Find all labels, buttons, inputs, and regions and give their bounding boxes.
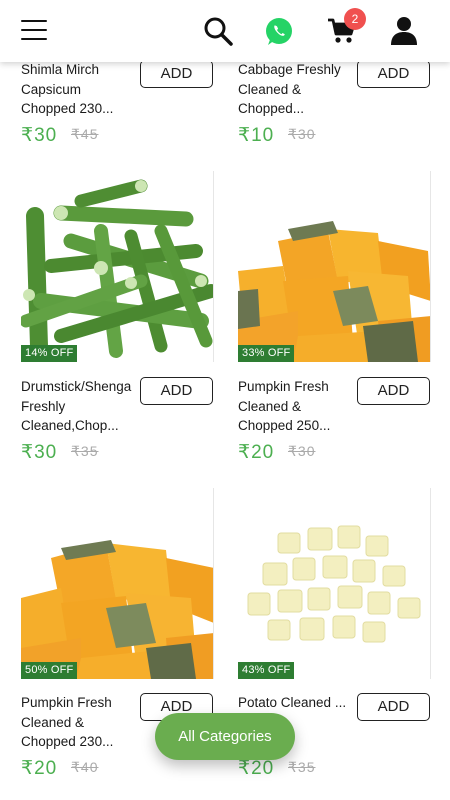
all-categories-button[interactable]: All Categories: [155, 713, 295, 760]
discount-badge: 50% OFF: [21, 662, 78, 679]
product-name[interactable]: Cabbage Freshly Cleaned & Chopped...: [238, 60, 350, 119]
discount-badge: 33% OFF: [238, 345, 295, 362]
product-mrp: ₹35: [288, 759, 316, 775]
product-mrp: ₹45: [71, 126, 99, 142]
product-image-drumstick[interactable]: 14% OFF: [21, 171, 214, 362]
product-mrp: ₹30: [288, 443, 316, 459]
product-image-pumpkin[interactable]: 50% OFF: [21, 488, 214, 679]
add-to-cart-button[interactable]: ADD: [140, 60, 213, 88]
add-to-cart-button[interactable]: ADD: [357, 60, 430, 88]
product-name[interactable]: Pumpkin Fresh Cleaned & Chopped 250...: [238, 377, 350, 436]
product-image-pumpkin[interactable]: 33% OFF: [238, 171, 431, 362]
product-name[interactable]: Pumpkin Fresh Cleaned & Chopped 230...: [21, 693, 133, 752]
product-image-potato[interactable]: 43% OFF: [238, 488, 431, 679]
whatsapp-icon[interactable]: [264, 16, 294, 46]
add-to-cart-button[interactable]: ADD: [140, 377, 213, 405]
discount-badge: 14% OFF: [21, 345, 78, 362]
product-mrp: ₹35: [71, 443, 99, 459]
product-name[interactable]: Drumstick/Shenga Freshly Cleaned,Chop...: [21, 377, 133, 436]
product-price: ₹20: [21, 758, 58, 779]
pumpkin-image: [21, 488, 213, 679]
product-price: ₹30: [21, 442, 58, 463]
search-icon[interactable]: [203, 16, 233, 46]
hamburger-menu-icon[interactable]: [21, 20, 47, 42]
product-price: ₹30: [21, 125, 58, 146]
pumpkin-image: [238, 171, 430, 362]
product-price: ₹10: [238, 125, 275, 146]
app-header: 2: [0, 0, 450, 62]
product-name[interactable]: Shimla Mirch Capsicum Chopped 230...: [21, 60, 133, 119]
potato-image: [238, 488, 430, 679]
add-to-cart-button[interactable]: ADD: [357, 377, 430, 405]
product-price: ₹20: [238, 758, 275, 779]
user-icon[interactable]: [390, 16, 418, 46]
product-grid: Shimla Mirch Capsicum Chopped 230... ADD…: [0, 0, 450, 800]
product-price: ₹20: [238, 442, 275, 463]
product-mrp: ₹30: [288, 126, 316, 142]
discount-badge: 43% OFF: [238, 662, 295, 679]
product-mrp: ₹40: [71, 759, 99, 775]
drumstick-image: [21, 171, 213, 362]
add-to-cart-button[interactable]: ADD: [357, 693, 430, 721]
cart-count-badge: 2: [344, 8, 366, 30]
